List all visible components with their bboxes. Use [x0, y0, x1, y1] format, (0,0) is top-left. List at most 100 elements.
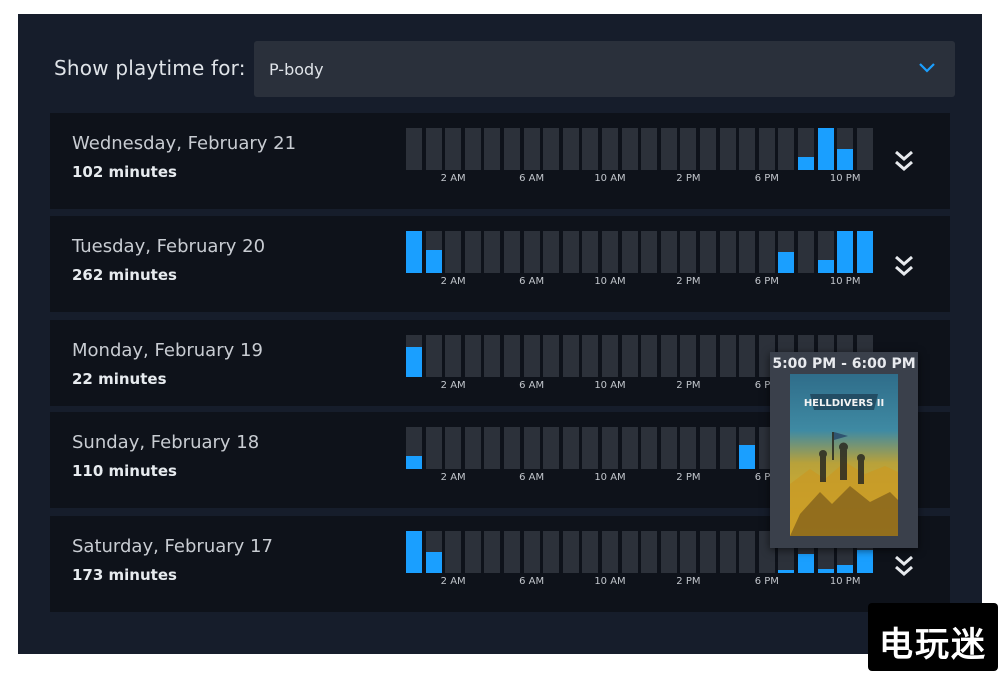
hour-bar[interactable]	[739, 531, 756, 573]
hour-bar[interactable]	[523, 128, 540, 170]
hour-bar[interactable]	[543, 335, 560, 377]
hour-bar[interactable]	[484, 427, 501, 469]
hour-bar[interactable]	[641, 128, 658, 170]
hour-bar[interactable]	[484, 231, 501, 273]
hour-bar[interactable]	[621, 531, 638, 573]
hour-bar[interactable]	[660, 427, 677, 469]
hour-bar[interactable]	[778, 128, 795, 170]
hour-bar[interactable]	[406, 335, 422, 377]
hour-bar[interactable]	[739, 128, 756, 170]
hour-bar[interactable]	[543, 231, 560, 273]
hour-bar[interactable]	[445, 231, 462, 273]
hour-bar[interactable]	[700, 128, 716, 170]
hour-bar[interactable]	[700, 231, 716, 273]
hour-bar[interactable]	[543, 427, 560, 469]
hour-bar[interactable]	[739, 335, 756, 377]
hour-bar[interactable]	[602, 335, 618, 377]
hour-bar[interactable]	[582, 231, 599, 273]
hour-bar[interactable]	[680, 231, 697, 273]
hour-bar[interactable]	[719, 531, 736, 573]
hourly-chart[interactable]	[406, 231, 876, 273]
hour-bar[interactable]	[445, 128, 462, 170]
hourly-chart[interactable]	[406, 128, 876, 170]
hour-bar[interactable]	[602, 427, 618, 469]
hour-bar[interactable]	[582, 128, 599, 170]
hour-bar[interactable]	[680, 128, 697, 170]
hour-bar[interactable]	[817, 231, 834, 273]
hour-bar[interactable]	[543, 128, 560, 170]
hour-bar[interactable]	[660, 231, 677, 273]
hour-bar[interactable]	[504, 335, 520, 377]
hour-bar[interactable]	[523, 231, 540, 273]
hour-bar[interactable]	[484, 531, 501, 573]
hour-bar[interactable]	[680, 335, 697, 377]
hour-bar[interactable]	[602, 231, 618, 273]
hour-bar[interactable]	[406, 128, 422, 170]
hour-bar[interactable]	[817, 128, 834, 170]
hour-bar[interactable]	[719, 128, 736, 170]
expand-icon[interactable]	[892, 554, 916, 578]
hour-bar[interactable]	[660, 128, 677, 170]
hour-bar[interactable]	[798, 231, 814, 273]
hour-bar[interactable]	[464, 231, 481, 273]
hour-bar[interactable]	[837, 231, 854, 273]
hour-bar[interactable]	[641, 335, 658, 377]
hour-bar[interactable]	[739, 427, 756, 469]
hour-bar[interactable]	[739, 231, 756, 273]
hour-bar[interactable]	[562, 427, 579, 469]
hour-bar[interactable]	[425, 335, 442, 377]
hour-bar[interactable]	[621, 128, 638, 170]
hour-bar[interactable]	[582, 335, 599, 377]
hour-bar[interactable]	[856, 231, 873, 273]
hour-bar[interactable]	[680, 427, 697, 469]
hour-bar[interactable]	[719, 231, 736, 273]
hour-bar[interactable]	[856, 128, 873, 170]
hour-bar[interactable]	[445, 335, 462, 377]
expand-icon[interactable]	[892, 254, 916, 278]
hour-bar[interactable]	[719, 335, 736, 377]
hour-bar[interactable]	[719, 427, 736, 469]
account-dropdown[interactable]: P-body	[254, 41, 955, 97]
hour-bar[interactable]	[680, 531, 697, 573]
hour-bar[interactable]	[621, 427, 638, 469]
hour-bar[interactable]	[445, 531, 462, 573]
expand-icon[interactable]	[892, 149, 916, 173]
hour-bar[interactable]	[621, 335, 638, 377]
hour-bar[interactable]	[562, 231, 579, 273]
hour-bar[interactable]	[758, 128, 775, 170]
hour-bar[interactable]	[523, 531, 540, 573]
hour-bar[interactable]	[562, 128, 579, 170]
hour-bar[interactable]	[798, 128, 814, 170]
hour-bar[interactable]	[464, 335, 481, 377]
hour-bar[interactable]	[660, 335, 677, 377]
hour-bar[interactable]	[641, 427, 658, 469]
hour-bar[interactable]	[582, 531, 599, 573]
hour-bar[interactable]	[562, 531, 579, 573]
hour-bar[interactable]	[504, 231, 520, 273]
hour-bar[interactable]	[425, 128, 442, 170]
hour-bar[interactable]	[778, 231, 795, 273]
hour-bar[interactable]	[700, 531, 716, 573]
hour-bar[interactable]	[425, 231, 442, 273]
hour-bar[interactable]	[700, 335, 716, 377]
hour-bar[interactable]	[464, 427, 481, 469]
hour-bar[interactable]	[700, 427, 716, 469]
hour-bar[interactable]	[484, 128, 501, 170]
hour-bar[interactable]	[758, 231, 775, 273]
hour-bar[interactable]	[406, 531, 422, 573]
hour-bar[interactable]	[660, 531, 677, 573]
hour-bar[interactable]	[837, 128, 854, 170]
hour-bar[interactable]	[504, 427, 520, 469]
hour-bar[interactable]	[523, 335, 540, 377]
hour-bar[interactable]	[641, 231, 658, 273]
hour-bar[interactable]	[425, 427, 442, 469]
hour-bar[interactable]	[602, 531, 618, 573]
hour-bar[interactable]	[621, 231, 638, 273]
hour-bar[interactable]	[464, 531, 481, 573]
hour-bar[interactable]	[582, 427, 599, 469]
hour-bar[interactable]	[504, 128, 520, 170]
hour-bar[interactable]	[484, 335, 501, 377]
hour-bar[interactable]	[464, 128, 481, 170]
hour-bar[interactable]	[602, 128, 618, 170]
hour-bar[interactable]	[425, 531, 442, 573]
